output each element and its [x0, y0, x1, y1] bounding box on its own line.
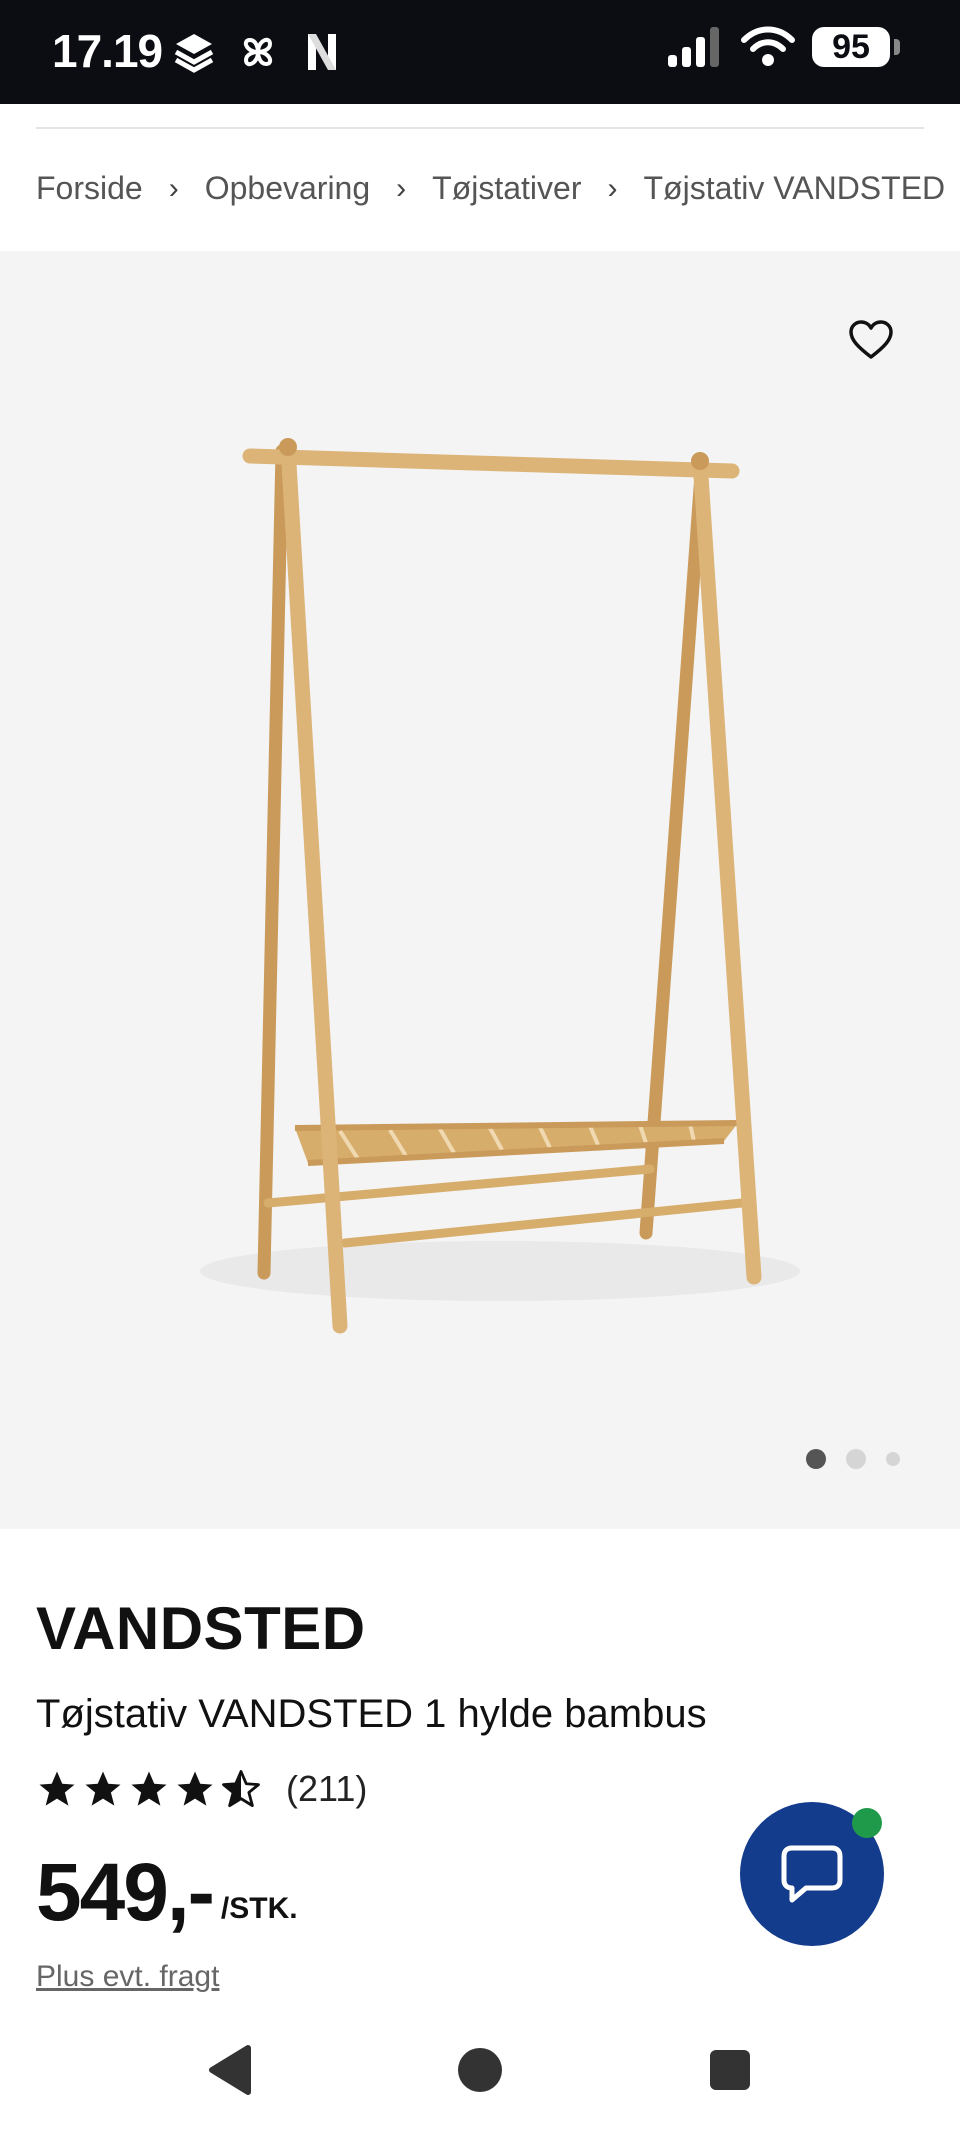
breadcrumb-item-opbevaring[interactable]: Opbevaring: [205, 170, 370, 207]
star-full-icon: [177, 1771, 213, 1806]
chat-bubble-icon: [781, 1845, 843, 1903]
price-unit: /STK.: [220, 1892, 298, 1925]
price-row: 549,- /STK.: [36, 1852, 298, 1934]
gallery-dot-2[interactable]: [846, 1449, 866, 1469]
product-price: 549,-: [36, 1847, 215, 1938]
star-full-icon: [85, 1771, 121, 1806]
product-brand: VANDSTED: [36, 1595, 366, 1662]
chevron-right-icon: ›: [168, 171, 179, 205]
product-image[interactable]: [0, 251, 960, 1529]
rating-stars: [36, 1768, 262, 1810]
chat-button[interactable]: [740, 1802, 884, 1946]
gallery-pagination: [806, 1449, 900, 1469]
heart-icon[interactable]: [848, 319, 894, 361]
back-icon[interactable]: [200, 2040, 260, 2100]
product-name: Tøjstativ VANDSTED 1 hylde bambus: [36, 1692, 707, 1736]
home-icon[interactable]: [450, 2040, 510, 2100]
recents-icon[interactable]: [700, 2040, 760, 2100]
product-gallery[interactable]: [0, 251, 960, 1529]
netflix-icon: [308, 34, 336, 70]
top-divider: [36, 127, 924, 129]
product-rating[interactable]: (211): [36, 1768, 367, 1810]
status-bar: 17.19 95: [0, 0, 960, 104]
breadcrumb: Forside › Opbevaring › Tøjstativer › Tøj…: [36, 170, 945, 207]
breadcrumb-item-tojstativer[interactable]: Tøjstativer: [432, 170, 581, 207]
star-full-icon: [39, 1771, 75, 1806]
breadcrumb-item-forside[interactable]: Forside: [36, 170, 143, 207]
chevron-right-icon: ›: [607, 171, 618, 205]
battery-icon: 95: [812, 27, 900, 67]
rating-count[interactable]: (211): [286, 1768, 367, 1810]
status-right: 95: [666, 26, 900, 68]
gallery-dot-3[interactable]: [886, 1452, 900, 1466]
star-half-icon: [222, 1770, 260, 1808]
shipping-link[interactable]: Plus evt. fragt: [36, 1960, 219, 1994]
pinwheel-icon: [243, 37, 273, 67]
chevron-right-icon: ›: [396, 171, 407, 205]
stacked-layers-icon: [174, 34, 214, 73]
breadcrumb-item-current: Tøjstativ VANDSTED: [643, 170, 946, 206]
star-full-icon: [131, 1771, 167, 1806]
gallery-dot-1[interactable]: [806, 1449, 826, 1469]
system-nav-bar: [0, 2030, 960, 2133]
status-time: 17.19: [52, 25, 163, 77]
signal-icon: [668, 27, 719, 67]
wifi-icon: [741, 26, 795, 66]
online-status-dot: [852, 1808, 882, 1838]
